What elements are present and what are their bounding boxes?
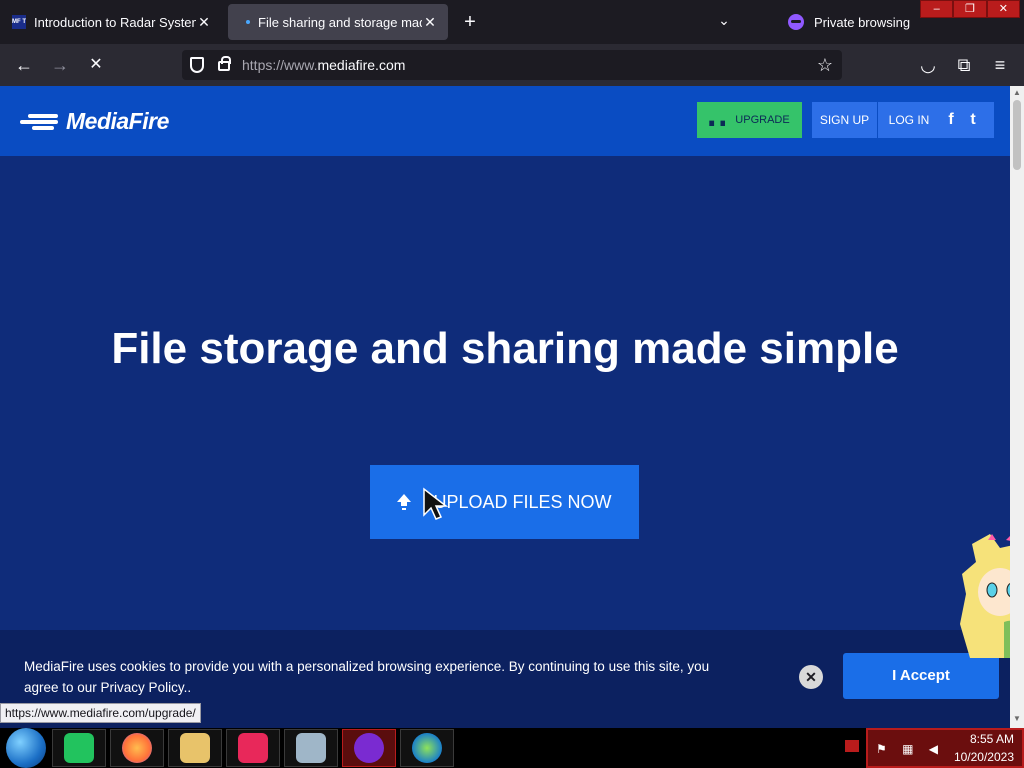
url-prefix: https://www.	[242, 57, 318, 73]
new-tab-button[interactable]: +	[458, 10, 482, 34]
upload-arrow-icon	[397, 494, 412, 510]
robot-icon	[238, 733, 268, 763]
mouse-cursor-icon	[423, 487, 448, 520]
firefox-icon	[122, 733, 152, 763]
scroll-down-icon[interactable]: ▼	[1010, 714, 1024, 726]
back-arrow-icon[interactable]: ←	[12, 53, 36, 77]
tab-strip: MF T Introduction to Radar Systems - ✕ F…	[0, 0, 1024, 44]
log-in-button[interactable]: LOG IN	[878, 102, 940, 138]
menu-icon[interactable]: ≡	[988, 53, 1012, 77]
close-window-icon[interactable]: ✕	[986, 0, 1020, 18]
pocket-icon[interactable]: ◡	[916, 53, 940, 77]
taskbar-download-manager[interactable]	[400, 729, 454, 767]
upgrade-label: UPGRADE	[735, 114, 790, 126]
taskbar-task-manager[interactable]	[284, 729, 338, 767]
tab-favicon: MF T	[12, 15, 26, 29]
auth-buttons: SIGN UP LOG IN f t	[812, 102, 994, 138]
stop-loading-icon[interactable]: ✕	[84, 53, 108, 77]
minimize-icon[interactable]: –	[920, 0, 954, 18]
taskbar-private-firefox[interactable]	[342, 729, 396, 767]
upload-label: UPLOAD FILES NOW	[433, 491, 612, 512]
taskbar-file-explorer[interactable]	[168, 729, 222, 767]
close-tab-icon[interactable]: ✕	[196, 14, 212, 31]
system-tray: ⚑ ▦ ◀ 8:55 AM 10/20/2023	[866, 728, 1024, 768]
url-domain: mediafire.com	[317, 57, 406, 73]
close-tab-icon[interactable]: ✕	[422, 14, 438, 31]
close-cookie-banner-icon[interactable]: ✕	[799, 665, 823, 689]
clock-date[interactable]: 10/20/2023	[954, 750, 1014, 764]
hero-title: File storage and sharing made simple	[111, 324, 899, 373]
flame-logo-icon	[20, 111, 62, 131]
loading-dot-icon	[246, 20, 250, 24]
tab-title: Introduction to Radar Systems -	[34, 14, 196, 30]
upgrade-button[interactable]: UPGRADE	[697, 102, 802, 138]
restore-icon[interactable]: ❐	[953, 0, 987, 18]
chat-app-icon	[64, 733, 94, 763]
tray-icons[interactable]: ⚑ ▦ ◀	[876, 742, 944, 756]
cookie-message: MediaFire uses cookies to provide you wi…	[24, 659, 710, 695]
list-all-tabs-icon[interactable]: ⌄	[712, 12, 736, 32]
accept-cookies-button[interactable]: I Accept	[843, 653, 999, 699]
link-status-tooltip: https://www.mediafire.com/upgrade/	[0, 703, 201, 723]
url-text[interactable]: https://www.mediafire.com	[242, 57, 405, 73]
private-browsing-icon	[354, 733, 384, 763]
page-scrollbar[interactable]: ▲ ▼	[1010, 86, 1024, 728]
logo-text: MediaFire	[66, 107, 169, 134]
taskbar-firefox[interactable]	[110, 729, 164, 767]
private-browsing-label: Private browsing	[814, 14, 911, 30]
site-header: MediaFire UPGRADE SIGN UP LOG IN f t	[0, 86, 1010, 156]
start-orb-icon[interactable]	[6, 728, 46, 768]
taskbar: ⚑ ▦ ◀ 8:55 AM 10/20/2023	[0, 728, 1024, 768]
web-page: MediaFire UPGRADE SIGN UP LOG IN f t Fil…	[0, 86, 1010, 728]
monitor-icon	[296, 733, 326, 763]
clock-time[interactable]: 8:55 AM	[970, 732, 1014, 746]
private-mask-icon	[788, 14, 804, 30]
extensions-icon[interactable]: ⧉	[952, 53, 976, 77]
window-controls: – ❐ ✕	[920, 0, 1020, 18]
folder-icon	[180, 733, 210, 763]
tracking-protection-shield-icon[interactable]	[190, 57, 204, 73]
sign-up-button[interactable]: SIGN UP	[812, 102, 878, 138]
twitter-icon[interactable]: t	[962, 109, 984, 131]
upload-files-button[interactable]: UPLOAD FILES NOW	[370, 465, 639, 539]
address-bar[interactable]: https://www.mediafire.com ☆	[182, 50, 842, 80]
upgrade-icon	[709, 120, 726, 126]
bookmark-star-icon[interactable]: ☆	[814, 54, 836, 76]
tab-mediafire[interactable]: File sharing and storage made s ✕	[228, 4, 448, 40]
scroll-up-icon[interactable]: ▲	[1010, 88, 1024, 100]
scrollbar-thumb[interactable]	[1013, 100, 1021, 170]
private-browsing-indicator: Private browsing	[788, 12, 910, 32]
mediafire-logo[interactable]: MediaFire	[20, 106, 169, 136]
taskbar-chat-app[interactable]	[52, 729, 106, 767]
facebook-icon[interactable]: f	[940, 109, 962, 131]
lock-icon[interactable]	[218, 56, 231, 71]
taskbar-robot-app[interactable]	[226, 729, 280, 767]
download-manager-icon	[412, 733, 442, 763]
tab-radar-systems[interactable]: MF T Introduction to Radar Systems - ✕	[2, 4, 222, 40]
tray-notification-icon[interactable]	[845, 740, 859, 752]
forward-arrow-icon[interactable]: →	[48, 53, 72, 77]
tab-title: File sharing and storage made s	[258, 14, 422, 30]
